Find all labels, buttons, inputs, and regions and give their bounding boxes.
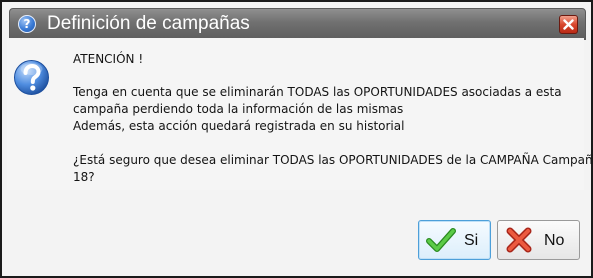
close-button[interactable] — [559, 15, 578, 34]
no-button-label: No — [544, 232, 565, 249]
message-line: Tenga en cuenta que se eliminarán TODAS … — [73, 85, 562, 99]
window-title: Definición de campañas — [47, 13, 250, 34]
yes-button[interactable]: Si — [418, 220, 491, 260]
x-icon — [506, 227, 532, 253]
question-icon — [14, 60, 49, 95]
question-line: 18? — [73, 170, 95, 184]
message-line: campaña perdiendo toda la información de… — [73, 102, 404, 116]
question-icon: ? — [18, 15, 36, 33]
no-button[interactable]: No — [497, 220, 580, 260]
question-line: ¿Está seguro que desea eliminar TODAS la… — [73, 153, 593, 167]
yes-button-label: Si — [464, 232, 479, 249]
checkmark-icon — [426, 228, 456, 252]
message-line: Además, esta acción quedará registrada e… — [73, 119, 405, 133]
title-bar[interactable]: ? Definición de campañas — [9, 8, 586, 40]
message-heading: ATENCIÓN ! — [73, 52, 144, 66]
close-icon — [563, 19, 574, 30]
